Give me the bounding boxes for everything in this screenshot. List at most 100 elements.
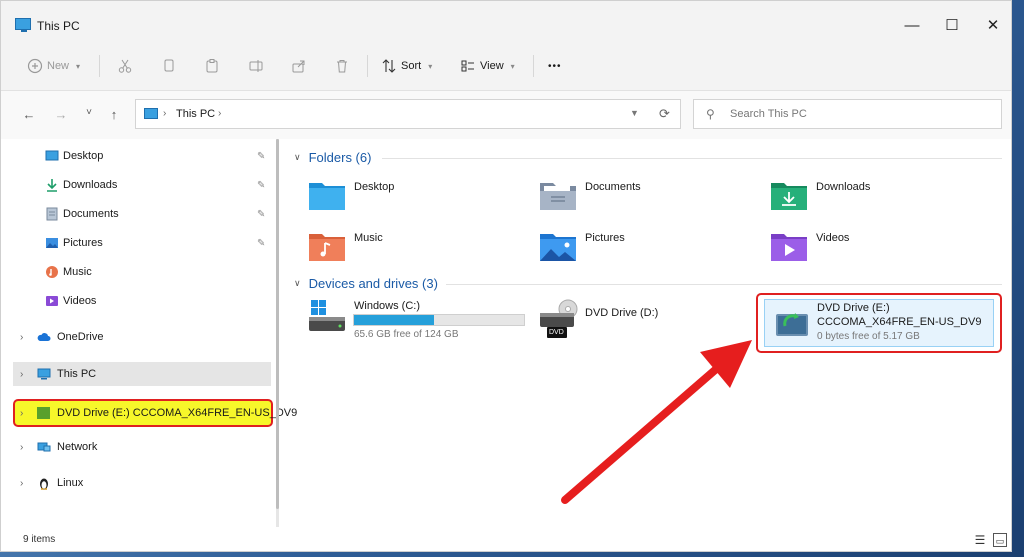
sidebar-item-music[interactable]: Music bbox=[1, 260, 271, 284]
toolbar-divider bbox=[533, 55, 534, 77]
folders-heading: Folders (6) bbox=[308, 150, 372, 165]
documents-icon bbox=[46, 207, 58, 221]
command-bar: New ▾ Sort ▾ View ▾ ••• bbox=[1, 41, 1011, 91]
sidebar-item-label: Pictures bbox=[63, 237, 103, 249]
drive-usage-fill bbox=[354, 315, 434, 325]
chevron-right-icon[interactable]: › bbox=[20, 442, 23, 453]
trash-icon bbox=[337, 60, 347, 73]
folder-tile-music[interactable]: Music bbox=[308, 228, 528, 268]
folder-label: Pictures bbox=[585, 232, 625, 244]
folder-tile-documents[interactable]: Documents bbox=[539, 177, 759, 217]
minimize-button[interactable]: — bbox=[897, 13, 927, 39]
new-button[interactable]: New ▾ bbox=[27, 55, 80, 77]
sidebar-item-desktop[interactable]: Desktop ✎ bbox=[1, 144, 271, 168]
sidebar-scrollbar-thumb[interactable] bbox=[276, 139, 279, 509]
more-options-button[interactable]: ••• bbox=[548, 55, 562, 77]
tiles-view-icon[interactable]: ▭ bbox=[993, 533, 1007, 547]
drives-heading: Devices and drives (3) bbox=[308, 276, 438, 291]
refresh-icon[interactable]: ⟳ bbox=[659, 106, 670, 122]
drive-volume-label: CCCOMA_X64FRE_EN-US_DV9 bbox=[817, 316, 982, 328]
drives-group-header[interactable]: ∨ Devices and drives (3) bbox=[294, 276, 438, 291]
sidebar-item-videos[interactable]: Videos bbox=[1, 289, 271, 313]
drive-tile-dvd-e[interactable]: DVD Drive (E:) CCCOMA_X64FRE_EN-US_DV9 0… bbox=[764, 299, 994, 347]
sidebar-item-dvd-drive-e[interactable]: › DVD Drive (E:) CCCOMA_X64FRE_EN-US_DV9 bbox=[13, 399, 297, 427]
status-bar: 9 items ☰ ▭ bbox=[1, 527, 1011, 551]
drive-tile-dvd-e-highlight: DVD Drive (E:) CCCOMA_X64FRE_EN-US_DV9 0… bbox=[756, 293, 1002, 353]
download-icon bbox=[47, 179, 57, 192]
drive-name: Windows (C:) bbox=[354, 300, 421, 312]
drive-free-space: 0 bytes free of 5.17 GB bbox=[817, 331, 920, 342]
navigation-pane: Desktop ✎ Downloads ✎ Documents ✎ Pictur… bbox=[1, 139, 276, 527]
chevron-right-icon[interactable]: › bbox=[20, 408, 23, 419]
desktop-folder-icon bbox=[309, 183, 345, 210]
sidebar-item-label: Videos bbox=[63, 295, 97, 307]
back-button[interactable]: ← bbox=[20, 107, 38, 123]
music-folder-icon bbox=[309, 234, 345, 261]
chevron-down-icon[interactable]: ▼ bbox=[630, 108, 639, 118]
sort-button[interactable]: Sort ▾ bbox=[381, 55, 432, 77]
this-pc-icon bbox=[15, 18, 31, 32]
sidebar-item-this-pc[interactable]: › This PC bbox=[13, 362, 271, 386]
maximize-button[interactable]: ☐ bbox=[937, 13, 967, 39]
details-view-icon[interactable]: ☰ bbox=[973, 533, 987, 547]
sidebar-item-documents[interactable]: Documents ✎ bbox=[1, 202, 271, 226]
view-label: View bbox=[480, 60, 504, 72]
chevron-right-icon[interactable]: › bbox=[218, 108, 221, 119]
sidebar-item-linux[interactable]: › Linux bbox=[1, 471, 271, 495]
cloud-icon bbox=[37, 333, 51, 341]
network-icon bbox=[37, 442, 51, 452]
folders-group-header[interactable]: ∨ Folders (6) bbox=[294, 150, 371, 165]
pin-icon[interactable]: ✎ bbox=[257, 151, 265, 162]
item-count: 9 items bbox=[23, 534, 56, 545]
recent-locations-button[interactable]: ˅ bbox=[80, 107, 98, 123]
paste-button[interactable] bbox=[204, 55, 220, 77]
content-pane: ∨ Folders (6) Desktop Documents Download… bbox=[286, 139, 1006, 527]
scissors-icon bbox=[118, 59, 132, 73]
folder-label: Music bbox=[354, 232, 383, 244]
pictures-folder-icon bbox=[540, 234, 576, 261]
sidebar-item-label: This PC bbox=[57, 368, 97, 380]
pin-icon[interactable]: ✎ bbox=[257, 180, 265, 191]
dvd-drive-icon bbox=[37, 407, 50, 419]
dvd-badge: DVD bbox=[549, 329, 564, 336]
share-button[interactable] bbox=[291, 55, 307, 77]
pin-icon[interactable]: ✎ bbox=[257, 209, 265, 220]
pin-icon[interactable]: ✎ bbox=[257, 238, 265, 249]
folder-tile-videos[interactable]: Videos bbox=[770, 228, 990, 268]
breadcrumb-this-pc[interactable]: This PC bbox=[176, 108, 215, 120]
folder-tile-pictures[interactable]: Pictures bbox=[539, 228, 759, 268]
chevron-right-icon[interactable]: › bbox=[20, 369, 23, 380]
group-divider bbox=[382, 158, 1002, 159]
chevron-right-icon[interactable]: › bbox=[20, 478, 23, 489]
videos-folder-icon bbox=[771, 234, 807, 261]
sort-label: Sort bbox=[401, 60, 422, 72]
address-bar[interactable]: › This PC › ▼ ⟳ bbox=[135, 99, 681, 129]
folder-tile-downloads[interactable]: Downloads bbox=[770, 177, 990, 217]
sidebar-item-pictures[interactable]: Pictures ✎ bbox=[1, 231, 271, 255]
search-placeholder: Search This PC bbox=[730, 108, 807, 120]
sidebar-item-onedrive[interactable]: › OneDrive bbox=[1, 325, 271, 349]
this-pc-icon bbox=[37, 368, 51, 380]
search-box[interactable]: ⚲ Search This PC bbox=[693, 99, 1002, 129]
chevron-down-icon[interactable]: ∨ bbox=[294, 152, 301, 163]
folder-tile-desktop[interactable]: Desktop bbox=[308, 177, 528, 217]
copy-button[interactable] bbox=[161, 55, 177, 77]
folder-label: Desktop bbox=[354, 181, 395, 193]
search-icon: ⚲ bbox=[706, 107, 715, 121]
forward-button[interactable]: → bbox=[52, 107, 70, 123]
title-bar: This PC — ☐ ✕ bbox=[1, 1, 1011, 41]
rename-button[interactable] bbox=[248, 55, 264, 77]
chevron-right-icon: › bbox=[163, 108, 167, 119]
chevron-right-icon[interactable]: › bbox=[20, 332, 23, 343]
up-button[interactable]: ↑ bbox=[105, 107, 123, 123]
cut-button[interactable] bbox=[117, 55, 133, 77]
sidebar-item-label: Documents bbox=[63, 208, 119, 220]
sidebar-item-network[interactable]: › Network bbox=[1, 435, 271, 459]
delete-button[interactable] bbox=[334, 55, 350, 77]
sidebar-item-downloads[interactable]: Downloads ✎ bbox=[1, 173, 271, 197]
view-button[interactable]: View ▾ bbox=[460, 55, 515, 77]
drive-name: DVD Drive (E:) bbox=[817, 302, 890, 314]
chevron-down-icon[interactable]: ∨ bbox=[294, 278, 301, 289]
close-button[interactable]: ✕ bbox=[978, 13, 1008, 39]
window-title: This PC bbox=[37, 19, 80, 33]
